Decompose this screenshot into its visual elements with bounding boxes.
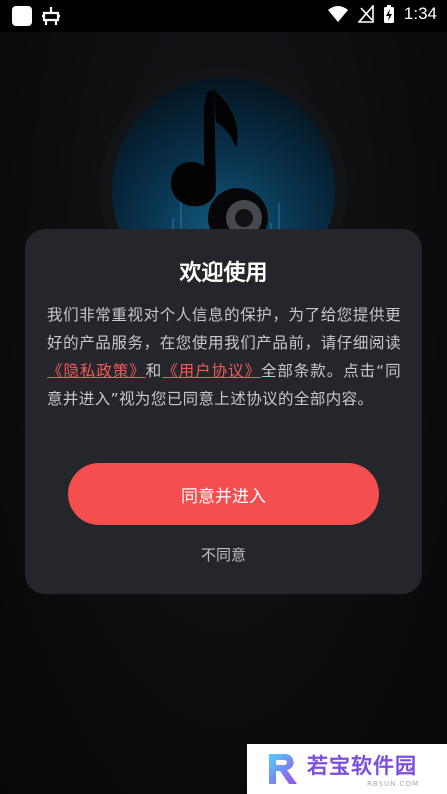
welcome-dialog: 欢迎使用 我们非常重视对个人信息的保护，为了给您提供更好的产品服务，在您使用我们… <box>25 229 422 594</box>
disagree-button[interactable]: 不同意 <box>25 544 422 565</box>
agree-button[interactable]: 同意并进入 <box>68 463 379 525</box>
wifi-icon <box>327 6 348 22</box>
user-agreement-link[interactable]: 《用户协议》 <box>162 362 261 380</box>
watermark-logo <box>269 754 297 784</box>
watermark-text: 若宝软件园 <box>307 754 417 778</box>
watermark: 若宝软件园 RBSUN.COM <box>247 744 447 794</box>
body-text-and: 和 <box>145 362 163 380</box>
dialog-title: 欢迎使用 <box>179 261 268 286</box>
app-square-icon <box>12 6 32 26</box>
bug-icon <box>42 7 60 25</box>
body-text-intro: 我们非常重视对个人信息的保护，为了给您提供更好的产品服务，在您使用我们产品前，请… <box>47 306 401 352</box>
watermark-subtext: RBSUN.COM <box>367 780 420 788</box>
no-signal-icon <box>357 5 374 23</box>
status-bar: 1:34 <box>0 0 447 32</box>
dialog-body: 我们非常重视对个人信息的保护，为了给您提供更好的产品服务，在您使用我们产品前，请… <box>47 301 401 413</box>
privacy-policy-link[interactable]: 《隐私政策》 <box>47 362 146 380</box>
clock: 1:34 <box>403 4 437 23</box>
battery-charging-icon <box>383 5 394 23</box>
